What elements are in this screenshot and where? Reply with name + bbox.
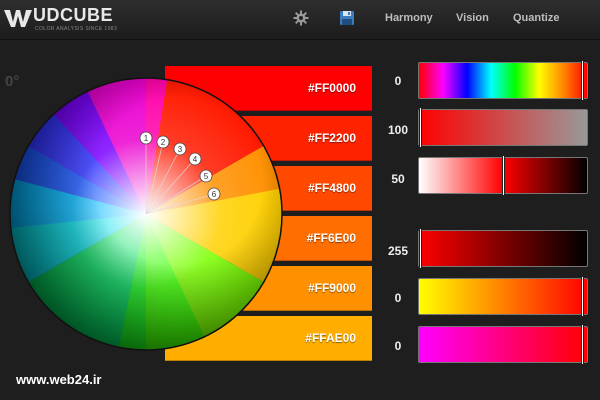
wheel-marker-3[interactable]: 3: [173, 142, 187, 156]
green-channel-slider-thumb[interactable]: [581, 277, 584, 316]
logo-mark-icon: [4, 10, 32, 27]
svg-text:2: 2: [161, 138, 166, 147]
svg-text:4: 4: [193, 155, 198, 164]
saturation-slider[interactable]: [418, 108, 588, 147]
wheel-marker-6[interactable]: 6: [207, 187, 221, 201]
color-wheel[interactable]: 1 2 3 4 5 6: [8, 68, 284, 363]
red-channel-value: 255: [387, 244, 409, 258]
logo-name: UDCUBE: [33, 5, 114, 25]
svg-text:5: 5: [204, 172, 209, 181]
swatch-hex: #FF6E00: [306, 231, 356, 245]
blue-channel-slider-thumb[interactable]: [581, 325, 584, 364]
wheel-marker-2[interactable]: 2: [156, 135, 170, 149]
saturation-slider-thumb[interactable]: [419, 108, 422, 147]
lightness-slider-thumb[interactable]: [502, 156, 505, 195]
hue-slider-thumb[interactable]: [581, 61, 584, 100]
wheel-marker-5[interactable]: 5: [199, 169, 213, 183]
nav-harmony[interactable]: Harmony: [385, 12, 433, 24]
green-channel-slider[interactable]: [418, 277, 588, 316]
svg-text:1: 1: [144, 134, 149, 143]
top-toolbar: UDCUBE COLOR ANALYSIS SINCE 1983 Harmony…: [0, 0, 600, 40]
red-channel-slider-thumb[interactable]: [419, 229, 422, 268]
lightness-slider[interactable]: [418, 156, 588, 195]
swatch-hex: #FF2200: [307, 131, 356, 145]
nav-quantize[interactable]: Quantize: [513, 12, 559, 24]
swatch-hex: #FF4800: [307, 181, 356, 195]
swatch-hex: #FF0000: [307, 81, 356, 95]
svg-text:3: 3: [178, 145, 183, 154]
color-wheel-container: 1 2 3 4 5 6: [8, 68, 284, 363]
blue-channel-slider[interactable]: [418, 325, 588, 364]
blue-channel-value: 0: [394, 339, 402, 353]
red-channel-slider[interactable]: [418, 229, 588, 268]
svg-text:6: 6: [212, 190, 217, 199]
hue-value: 0: [394, 74, 402, 88]
swatch-hex: #FFAE00: [305, 331, 356, 345]
saturation-value: 100: [387, 123, 409, 137]
green-channel-value: 0: [394, 291, 402, 305]
save-icon[interactable]: [339, 10, 355, 26]
wheel-marker-1[interactable]: 1: [139, 131, 153, 145]
wheel-marker-4[interactable]: 4: [188, 152, 202, 166]
logo-tagline: COLOR ANALYSIS SINCE 1983: [35, 26, 118, 32]
swatch-hex: #FF9000: [307, 281, 356, 295]
hue-slider[interactable]: [418, 61, 588, 100]
lightness-value: 50: [391, 172, 405, 186]
gear-icon[interactable]: [293, 10, 309, 26]
nav-vision[interactable]: Vision: [456, 12, 489, 24]
watermark-text: www.web24.ir: [16, 372, 102, 387]
